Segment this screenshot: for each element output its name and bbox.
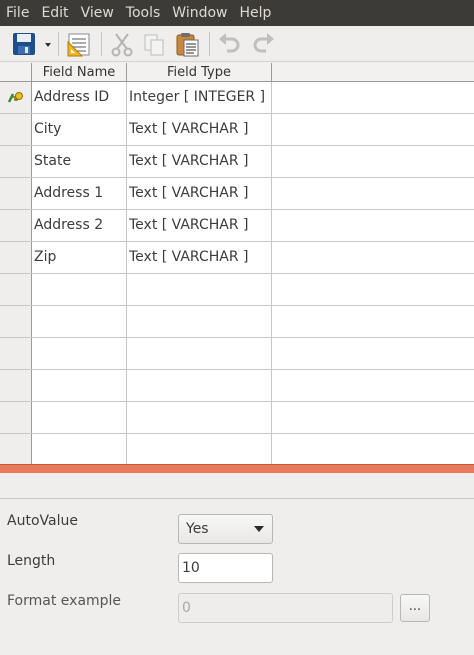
grid-header: Field Name Field Type	[0, 63, 474, 82]
autovalue-selected: Yes	[186, 521, 209, 537]
field-name-cell[interactable]: Address 2	[32, 210, 127, 241]
field-type-cell[interactable]	[127, 338, 272, 369]
row-header[interactable]	[0, 402, 32, 433]
splitter-handle[interactable]	[0, 464, 474, 473]
autovalue-select[interactable]: Yes	[178, 514, 273, 544]
field-type-cell[interactable]: Text [ VARCHAR ]	[127, 114, 272, 145]
field-type-cell[interactable]: Text [ VARCHAR ]	[127, 242, 272, 273]
empty-row[interactable]	[0, 338, 474, 370]
empty-row[interactable]	[0, 274, 474, 306]
menu-edit[interactable]: Edit	[35, 0, 74, 26]
undo-icon	[215, 30, 245, 58]
menu-view[interactable]: View	[75, 0, 120, 26]
table-row[interactable]: State Text [ VARCHAR ]	[0, 146, 474, 178]
row-header[interactable]	[0, 242, 32, 273]
save-icon[interactable]	[10, 30, 40, 58]
menu-bar: File Edit View Tools Window Help	[0, 0, 474, 26]
column-header-field-type[interactable]: Field Type	[127, 63, 272, 82]
empty-row[interactable]	[0, 434, 474, 464]
format-example-field: 0	[178, 593, 393, 623]
copy-icon	[140, 30, 170, 58]
row-header[interactable]	[0, 274, 32, 305]
panel-divider	[0, 498, 474, 499]
row-header[interactable]	[0, 82, 32, 113]
field-name-cell[interactable]: Address ID	[32, 82, 127, 113]
row-header[interactable]	[0, 434, 32, 464]
table-row[interactable]: Address 1 Text [ VARCHAR ]	[0, 178, 474, 210]
field-name-cell[interactable]: State	[32, 146, 127, 177]
row-header-corner	[0, 63, 32, 82]
dropdown-arrow-icon[interactable]	[42, 30, 54, 58]
field-name-cell[interactable]	[32, 274, 127, 305]
menu-file[interactable]: File	[0, 0, 35, 26]
cut-icon	[107, 30, 137, 58]
field-type-cell[interactable]	[127, 306, 272, 337]
table-row[interactable]: Address 2 Text [ VARCHAR ]	[0, 210, 474, 242]
menu-help[interactable]: Help	[234, 0, 278, 26]
menu-window[interactable]: Window	[166, 0, 233, 26]
field-type-cell[interactable]: Integer [ INTEGER ]	[127, 82, 272, 113]
length-label: Length	[7, 553, 56, 569]
field-name-cell[interactable]	[32, 306, 127, 337]
row-header[interactable]	[0, 114, 32, 145]
field-type-cell[interactable]: Text [ VARCHAR ]	[127, 178, 272, 209]
menu-tools[interactable]: Tools	[120, 0, 167, 26]
table-row[interactable]: City Text [ VARCHAR ]	[0, 114, 474, 146]
primary-key-icon	[7, 92, 23, 103]
empty-row[interactable]	[0, 306, 474, 338]
format-button[interactable]: ...	[400, 594, 430, 622]
field-type-cell[interactable]	[127, 274, 272, 305]
autovalue-label: AutoValue	[7, 513, 78, 529]
toolbar-separator	[58, 32, 59, 56]
format-example-label: Format example	[7, 593, 122, 609]
toolbar	[0, 26, 474, 62]
row-header[interactable]	[0, 146, 32, 177]
row-header[interactable]	[0, 178, 32, 209]
field-name-cell[interactable]	[32, 434, 127, 464]
format-example-value: 0	[182, 600, 191, 616]
field-name-cell[interactable]	[32, 338, 127, 369]
row-header[interactable]	[0, 370, 32, 401]
empty-row[interactable]	[0, 402, 474, 434]
table-design-icon[interactable]	[64, 30, 94, 58]
table-design-grid: Field Name Field Type Address ID Integer …	[0, 63, 474, 464]
toolbar-separator	[209, 32, 210, 56]
field-name-cell[interactable]: City	[32, 114, 127, 145]
field-type-cell[interactable]	[127, 434, 272, 464]
column-header-field-name[interactable]: Field Name	[32, 63, 127, 82]
length-value: 10	[182, 560, 200, 576]
field-name-cell[interactable]: Address 1	[32, 178, 127, 209]
table-row[interactable]: Address ID Integer [ INTEGER ]	[0, 82, 474, 114]
row-header[interactable]	[0, 338, 32, 369]
row-header[interactable]	[0, 210, 32, 241]
field-properties-panel: AutoValue Yes Length 10 Format example 0…	[0, 473, 474, 655]
empty-row[interactable]	[0, 370, 474, 402]
chevron-down-icon	[254, 526, 264, 532]
field-name-cell[interactable]	[32, 402, 127, 433]
field-type-cell[interactable]: Text [ VARCHAR ]	[127, 210, 272, 241]
field-name-cell[interactable]	[32, 370, 127, 401]
row-header[interactable]	[0, 306, 32, 337]
length-field[interactable]: 10	[178, 553, 273, 583]
field-type-cell[interactable]	[127, 402, 272, 433]
paste-icon[interactable]	[173, 30, 203, 58]
table-row[interactable]: Zip Text [ VARCHAR ]	[0, 242, 474, 274]
redo-icon	[248, 30, 278, 58]
field-type-cell[interactable]	[127, 370, 272, 401]
field-type-cell[interactable]: Text [ VARCHAR ]	[127, 146, 272, 177]
field-name-cell[interactable]: Zip	[32, 242, 127, 273]
toolbar-separator	[101, 32, 102, 56]
